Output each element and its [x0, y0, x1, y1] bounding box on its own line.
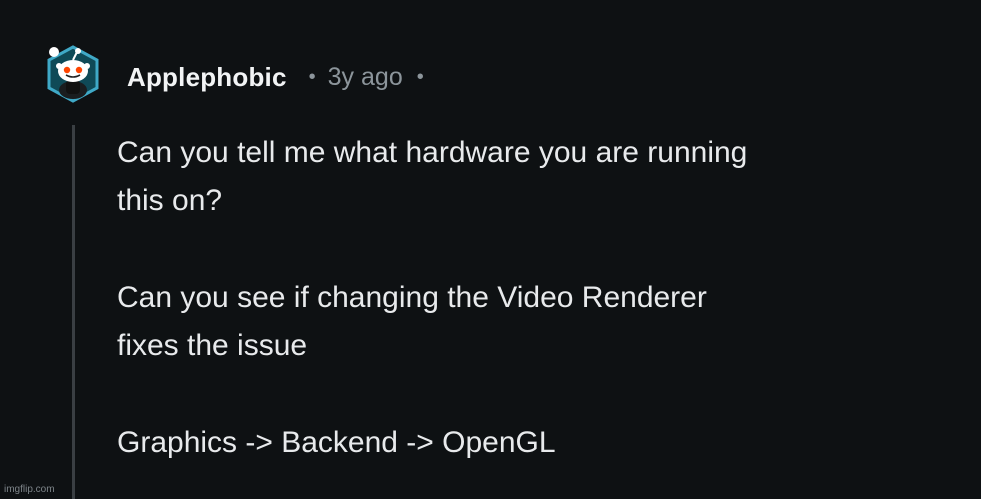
- timestamp[interactable]: 3y ago: [328, 63, 403, 92]
- comment-paragraph: Can you tell me what hardware you are ru…: [117, 136, 748, 217]
- watermark: imgflip.com: [4, 484, 55, 495]
- comment-paragraph: Graphics -> Backend -> OpenGL: [117, 426, 556, 459]
- user-avatar[interactable]: [44, 44, 102, 104]
- comment-header: Applephobic • 3y ago •: [127, 58, 424, 96]
- snoo-avatar-icon: [47, 45, 99, 103]
- username-link[interactable]: Applephobic: [127, 62, 287, 93]
- comment-card: Applephobic • 3y ago • Can you tell me w…: [0, 0, 981, 499]
- comment-paragraph: Can you see if changing the Video Render…: [117, 281, 707, 362]
- comment-body: Can you tell me what hardware you are ru…: [117, 129, 937, 499]
- separator-dot: •: [308, 65, 316, 88]
- separator-dot: •: [416, 65, 424, 88]
- thread-collapse-line[interactable]: [72, 125, 75, 499]
